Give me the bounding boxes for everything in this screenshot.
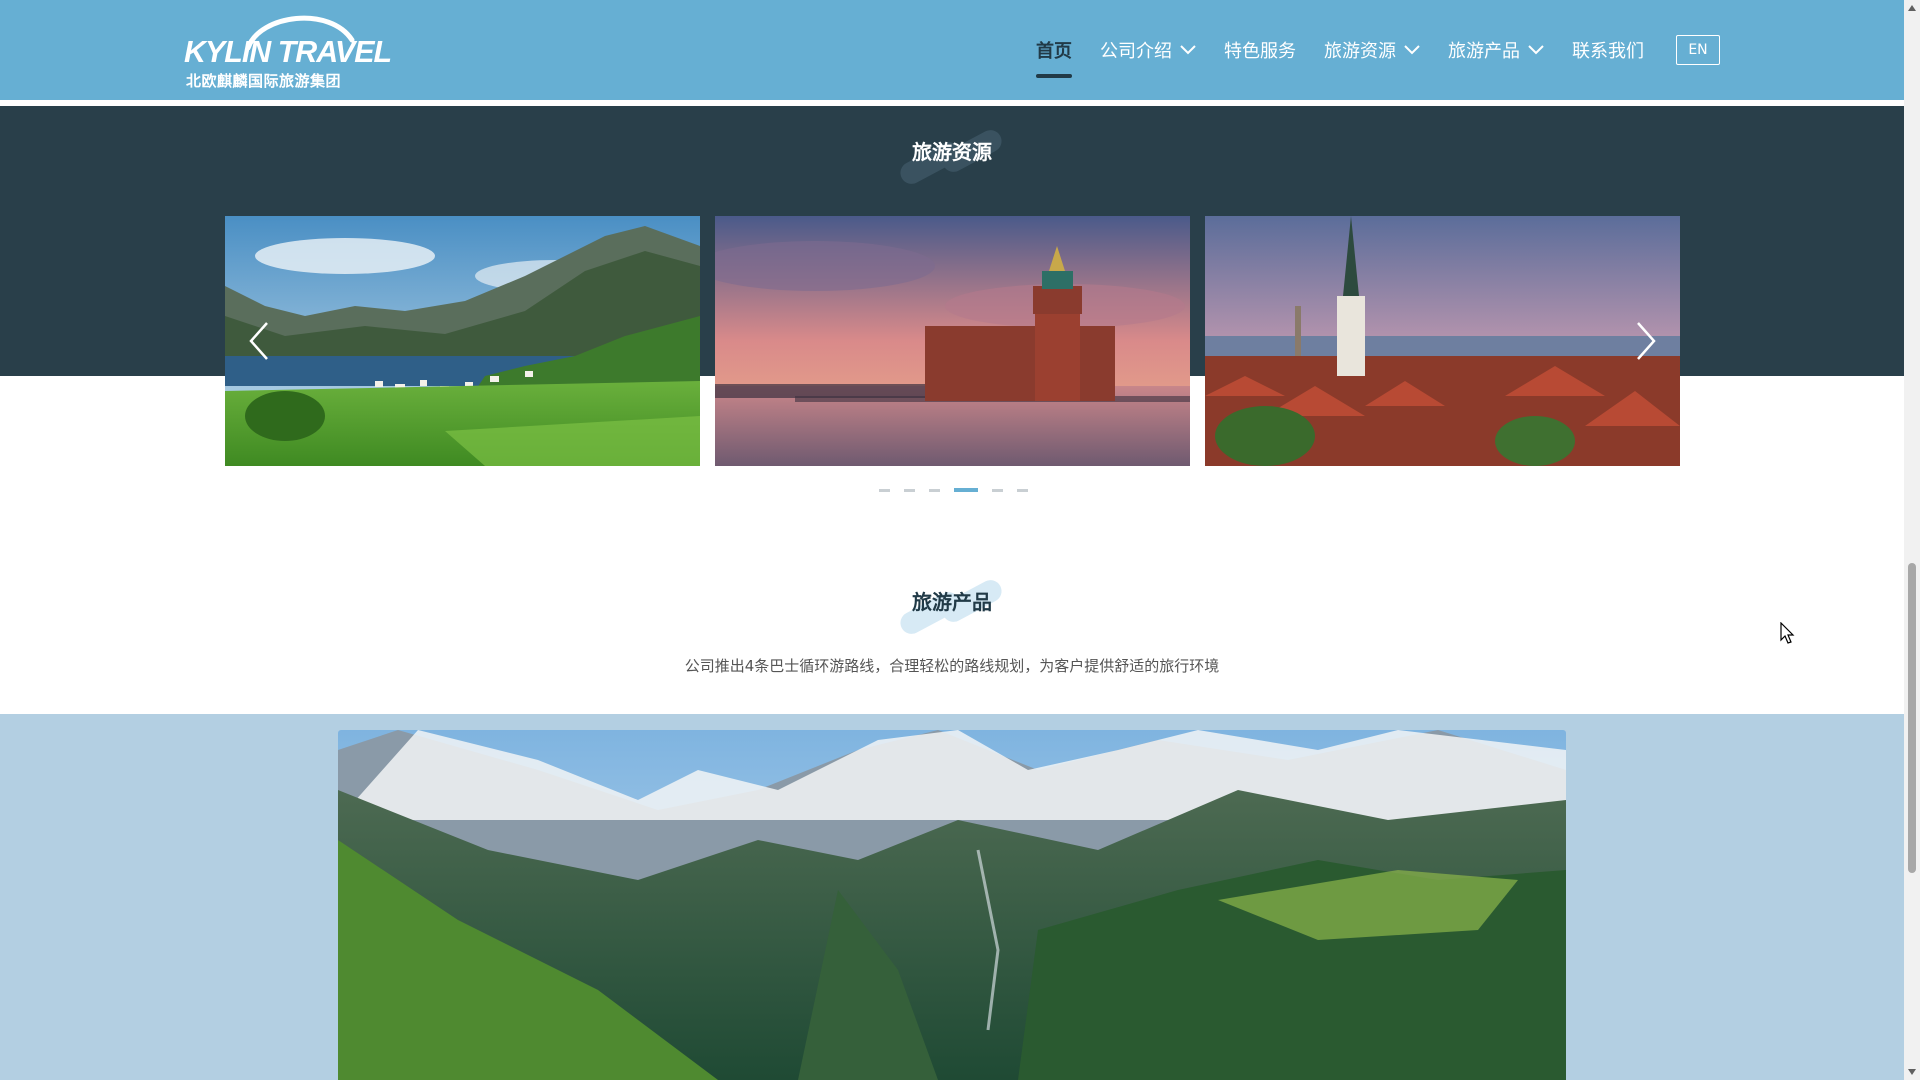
carousel-dot[interactable] [991,489,1003,492]
chevron-down-icon [1404,45,1420,55]
fjord-mountains-image [338,730,1566,1080]
site-header: KYLIN TRAVEL 北欧麒麟国际旅游集团 首页 公司介绍 特色服务 旅游资… [0,0,1904,100]
carousel-pagination [0,488,1904,492]
nav-item-label: 旅游资源 [1324,41,1396,62]
resources-carousel[interactable] [225,216,1680,466]
chevron-down-icon [1528,45,1544,55]
products-description: 公司推出4条巴士循环游路线，合理轻松的路线规划，为客户提供舒适的旅行环境 [684,657,1220,675]
nav-item-label: 公司介绍 [1100,41,1172,62]
slide-image [715,216,1190,466]
scroll-down-icon[interactable] [1904,1064,1920,1080]
nav-item-label: 联系我们 [1572,41,1644,62]
slide-image [1205,216,1680,466]
nav-item-label: 首页 [1036,41,1072,62]
scrollbar-thumb[interactable] [1908,563,1916,873]
vertical-scrollbar[interactable] [1904,0,1920,1080]
chevron-down-icon [1180,45,1196,55]
nav-item-label: 旅游产品 [1448,41,1520,62]
carousel-dot[interactable] [928,489,940,492]
kylin-travel-logo[interactable]: KYLIN TRAVEL 北欧麒麟国际旅游集团 [184,10,392,90]
slide-tallinn-oldtown[interactable] [1205,216,1680,466]
nav-item-contact[interactable]: 联系我们 [1558,28,1658,72]
carousel-dot-active[interactable] [953,488,978,492]
carousel-dot[interactable] [1016,489,1028,492]
carousel-prev-arrow-icon[interactable] [245,319,275,363]
carousel-dot[interactable] [878,489,890,492]
products-hero-image[interactable] [338,730,1566,1080]
nav-item-resources[interactable]: 旅游资源 [1310,28,1434,72]
nav-item-products[interactable]: 旅游产品 [1434,28,1558,72]
logo-text-cn: 北欧麒麟国际旅游集团 [186,72,342,90]
nav-item-home[interactable]: 首页 [1022,28,1086,78]
logo-text-en: KYLIN TRAVEL [184,34,392,69]
language-toggle-button[interactable]: EN [1676,35,1720,65]
slide-stockholm-sunset[interactable] [715,216,1190,466]
carousel-next-arrow-icon[interactable] [1630,319,1660,363]
scroll-up-icon[interactable] [1904,0,1920,16]
carousel-dot[interactable] [903,489,915,492]
mouse-cursor-icon [1780,622,1795,644]
main-nav: 首页 公司介绍 特色服务 旅游资源 旅游产品 联系我们 EN [1022,28,1720,78]
nav-item-label: 特色服务 [1224,41,1296,62]
resources-title: 旅游资源 [912,140,992,164]
slide-fjord-village[interactable] [225,216,700,466]
products-title: 旅游产品 [912,590,992,614]
nav-item-services[interactable]: 特色服务 [1210,28,1310,72]
nav-item-company[interactable]: 公司介绍 [1086,28,1210,72]
slide-image [225,216,700,466]
